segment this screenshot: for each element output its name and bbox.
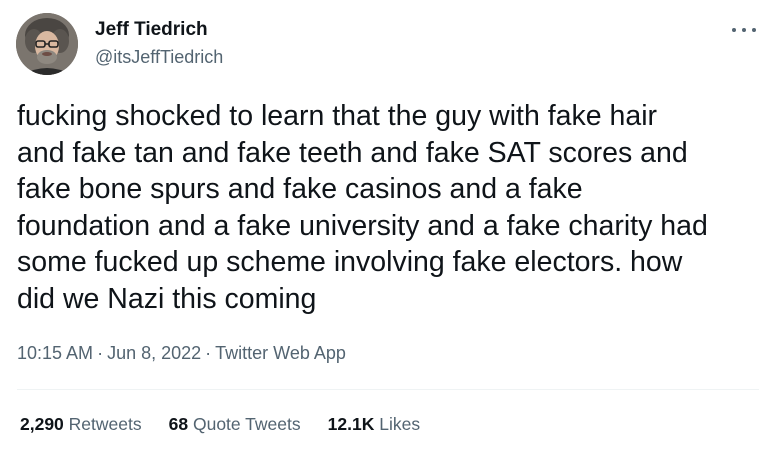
tweet-text: fucking shocked to learn that the guy wi… <box>17 100 708 315</box>
tweet-card: Jeff Tiedrich @itsJeffTiedrich fucking s… <box>0 0 776 450</box>
retweets-stat[interactable]: 2,290 Retweets <box>20 414 142 435</box>
avatar[interactable] <box>16 13 78 75</box>
likes-stat[interactable]: 12.1K Likes <box>328 414 420 435</box>
author-handle[interactable]: @itsJeffTiedrich <box>95 47 223 68</box>
avatar-photo <box>16 13 78 75</box>
separator: · <box>97 343 104 363</box>
separator: · <box>205 343 212 363</box>
likes-label: Likes <box>379 414 421 434</box>
likes-count: 12.1K <box>327 414 375 434</box>
tweet-time[interactable]: 10:15 AM <box>17 343 93 363</box>
tweet-metadata: 10:15 AM · Jun 8, 2022 · Twitter Web App <box>17 343 346 364</box>
quote-tweets-label: Quote Tweets <box>192 414 301 434</box>
tweet-stats: 2,290 Retweets 68 Quote Tweets 12.1K Lik… <box>20 414 447 435</box>
dot <box>752 28 756 32</box>
retweets-count: 2,290 <box>20 414 64 434</box>
more-options-icon[interactable] <box>732 22 756 38</box>
dot <box>742 28 746 32</box>
divider <box>17 389 759 390</box>
author-name[interactable]: Jeff Tiedrich <box>95 19 208 41</box>
quote-tweets-count: 68 <box>168 414 189 434</box>
quote-tweets-stat[interactable]: 68 Quote Tweets <box>169 414 301 435</box>
retweets-label: Retweets <box>68 414 142 434</box>
tweet-source[interactable]: Twitter Web App <box>215 343 346 363</box>
tweet-date[interactable]: Jun 8, 2022 <box>107 343 201 363</box>
dot <box>732 28 736 32</box>
